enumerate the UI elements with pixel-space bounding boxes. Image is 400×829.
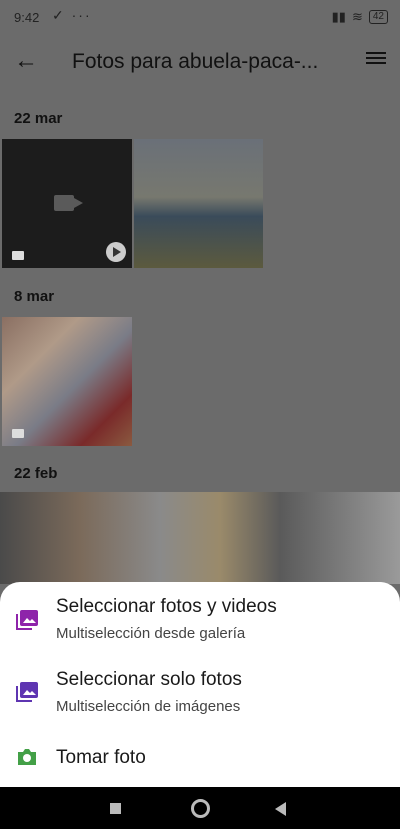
battery-icon: 42 [368,10,388,24]
list-icon[interactable] [366,52,386,70]
select-photos-videos-option[interactable]: Seleccionar fotos y videos Multiselecció… [0,582,400,654]
photo-thumbnail[interactable] [0,492,400,584]
date-header: 22 mar [14,110,63,127]
option-title: Seleccionar fotos y videos [56,596,277,617]
photo-library-icon [16,682,38,702]
signal-icon: ▮▮ [331,9,346,24]
date-header: 22 feb [14,465,58,482]
system-navigation-bar [0,787,400,829]
app-bar: ← Fotos para abuela-paca-... [0,34,400,90]
wifi-icon: ≋ [351,9,363,24]
option-subtitle: Multiselección de imágenes [56,698,241,715]
bottom-sheet: Seleccionar fotos y videos Multiselecció… [0,582,400,787]
arrow-left-icon[interactable]: ← [14,48,40,74]
status-left-icons: ✓ ··· [52,7,92,23]
page-title: Fotos para abuela-paca-... [72,50,319,73]
comment-icon [12,429,24,438]
back-icon[interactable] [275,802,286,816]
camera-icon [18,749,36,765]
photo-library-icon [16,610,38,630]
home-icon[interactable] [191,799,210,818]
recents-icon[interactable] [110,803,121,814]
select-only-photos-option[interactable]: Seleccionar solo fotos Multiselección de… [0,654,400,726]
play-icon [106,242,126,262]
date-header: 8 mar [14,288,55,305]
option-subtitle: Multiselección desde galería [56,625,246,642]
photo-thumbnail[interactable] [134,139,263,268]
status-time: 9:42 [14,10,40,25]
status-bar: 9:42 ✓ ··· ▮▮ ≋ 42 [0,0,400,34]
take-photo-option[interactable]: Tomar foto [0,732,400,782]
video-camera-icon [54,195,83,211]
option-title: Tomar foto [56,747,146,768]
comment-icon [12,251,24,260]
option-title: Seleccionar solo fotos [56,669,242,690]
video-thumbnail[interactable] [2,139,132,268]
photo-thumbnail[interactable] [2,317,132,446]
